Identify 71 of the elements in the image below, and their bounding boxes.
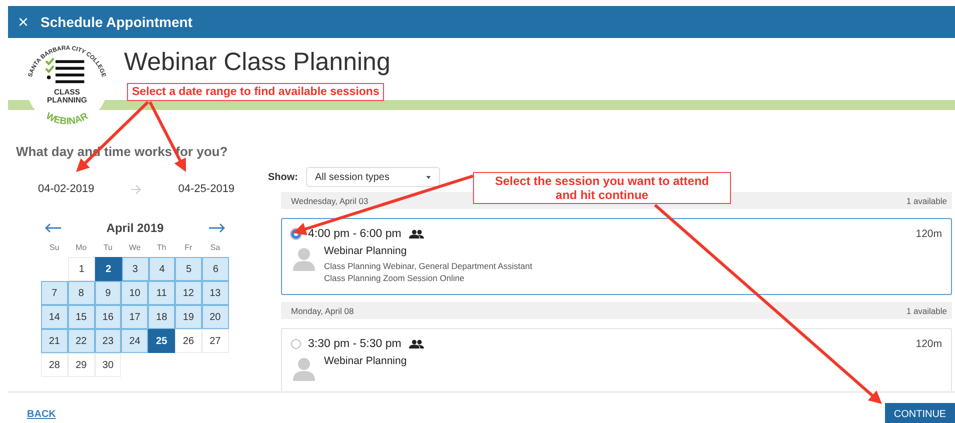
availability-count: 1 available [906,306,947,316]
weekday-label: Su [48,243,60,254]
filter-label: Show: [268,172,298,182]
session-card[interactable]: 4:00 pm - 6:00 pm 120m Webinar Planning Class Planning Webinar, General Department Assistant Class Planning Zoom Session Online [281,218,952,295]
calendar-day[interactable]: 8 [68,281,95,305]
previous-month-icon[interactable] [44,223,62,233]
calendar-day[interactable]: 18 [148,305,175,329]
avatar-icon [293,357,315,381]
session-duration: 120m [916,338,942,350]
close-button[interactable]: × [18,13,29,31]
calendar-day[interactable]: 4 [148,257,176,281]
calendar-day[interactable]: 29 [68,353,95,377]
calendar-day[interactable]: 17 [121,305,148,329]
calendar-day[interactable]: 11 [148,281,175,305]
calendar-day[interactable]: 22 [68,329,95,353]
calendar-day[interactable]: 19 [174,305,202,329]
session-title: Webinar Planning [324,245,408,257]
availability-count: 1 available [906,196,947,206]
calendar-day[interactable]: 25 [148,329,175,353]
calendar-day[interactable]: 24 [121,329,148,353]
calendar-day[interactable]: 6 [202,257,229,281]
continue-button[interactable]: CONTINUE [885,403,955,423]
start-date[interactable]: 04-02-2019 [38,183,94,195]
weekday-label: We [128,243,142,254]
weekday-label: Th [156,243,168,254]
back-link[interactable]: BACK [27,409,56,420]
month-title: April 2019 [106,221,164,235]
group-icon [409,229,424,239]
group-date: Monday, April 08 [291,306,354,316]
calendar-day[interactable]: 12 [174,281,202,305]
weekday-label: Mo [74,243,88,254]
session-title: Webinar Planning [324,355,407,367]
calendar-day[interactable]: 1 [68,257,96,281]
calendar-day[interactable]: 3 [122,257,149,281]
session-time: 4:00 pm - 6:00 pm [308,228,402,240]
weekday-label: Sa [209,243,222,254]
radio-button[interactable] [291,339,301,349]
calendar-day[interactable]: 14 [41,305,68,329]
session-detail: Class Planning Webinar, General Department Assistant [324,260,532,272]
session-detail: Class Planning Zoom Session Online [324,272,466,284]
calendar-day[interactable]: 21 [41,329,68,353]
calendar-day[interactable]: 7 [41,281,68,305]
group-date: Wednesday, April 03 [291,196,368,206]
annotation-callout: Select a date range to find available sessions [127,83,384,101]
page-title: Webinar Class Planning [124,48,390,77]
calendar-day[interactable]: 20 [202,305,229,329]
annotation-callout: Select the session you want to attend and hit continue [473,172,731,204]
caret-icon [426,176,431,178]
calendar-day[interactable]: 30 [94,353,122,377]
calendar-day[interactable]: 28 [41,353,68,377]
group-icon [409,339,424,349]
weekday-label: Tu [102,243,114,254]
calendar-day[interactable]: 26 [174,329,202,353]
next-month-icon[interactable] [208,223,226,233]
calendar-day[interactable]: 27 [202,329,229,353]
calendar-day[interactable]: 9 [94,281,122,305]
avatar-icon [293,247,315,271]
calendar-day[interactable]: 5 [175,257,202,281]
calendar-day[interactable]: 10 [121,281,148,305]
weekday-label: Fr [184,243,194,254]
calendar-day[interactable]: 13 [202,281,229,305]
calendar-day[interactable]: 16 [94,305,122,329]
calendar-day[interactable]: 23 [94,329,122,353]
calendar-day[interactable]: 2 [95,257,122,281]
calendar-day[interactable]: 15 [68,305,95,329]
dialog-title: Schedule Appointment [40,14,192,30]
session-type-dropdown[interactable]: All session types [306,167,440,187]
session-duration: 120m [916,228,942,240]
end-date[interactable]: 04-25-2019 [178,183,235,195]
session-time: 3:30 pm - 5:30 pm [308,338,402,350]
arrow-right-icon [130,184,142,194]
